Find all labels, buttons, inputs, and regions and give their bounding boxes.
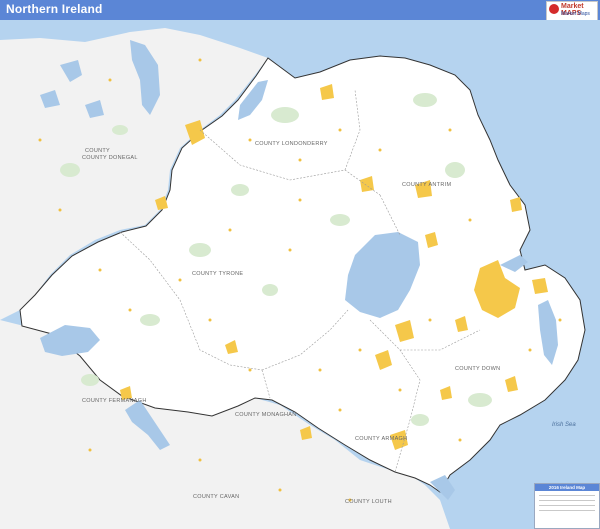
label-fermanagh: COUNTY FERMANAGH xyxy=(82,398,147,404)
map-title: Northern Ireland xyxy=(6,2,103,16)
map-frame: Northern Ireland Market MAPS Market Maps xyxy=(0,0,600,529)
logo-subtitle: Market Maps xyxy=(561,11,590,17)
label-louth: COUNTY LOUTH xyxy=(345,499,392,505)
label-monaghan: COUNTY MONAGHAN xyxy=(235,412,297,418)
legend-row xyxy=(539,510,595,511)
legend-row xyxy=(539,505,595,506)
label-cavan: COUNTY CAVAN xyxy=(193,494,239,500)
legend-title: 2016 Ireland Map xyxy=(535,484,599,491)
map-canvas[interactable]: COUNTY COUNTY DONEGAL COUNTY LONDONDERRY… xyxy=(0,20,600,529)
title-bar: Northern Ireland Market MAPS Market Maps xyxy=(0,0,600,21)
label-londonderry: COUNTY LONDONDERRY xyxy=(255,141,328,147)
label-irish-sea: Irish Sea xyxy=(552,422,576,428)
label-tyrone: COUNTY TYRONE xyxy=(192,271,243,277)
publisher-logo: Market MAPS Market Maps xyxy=(546,1,598,21)
label-armagh: COUNTY ARMAGH xyxy=(355,436,407,442)
label-donegal: COUNTY DONEGAL xyxy=(82,155,138,161)
legend-row xyxy=(539,500,595,501)
legend-row xyxy=(539,495,595,496)
map-legend: 2016 Ireland Map xyxy=(534,483,600,529)
label-donegal-line1: COUNTY xyxy=(85,148,110,154)
label-down: COUNTY DOWN xyxy=(455,366,500,372)
logo-icon xyxy=(549,4,559,14)
label-antrim: COUNTY ANTRIM xyxy=(402,182,451,188)
